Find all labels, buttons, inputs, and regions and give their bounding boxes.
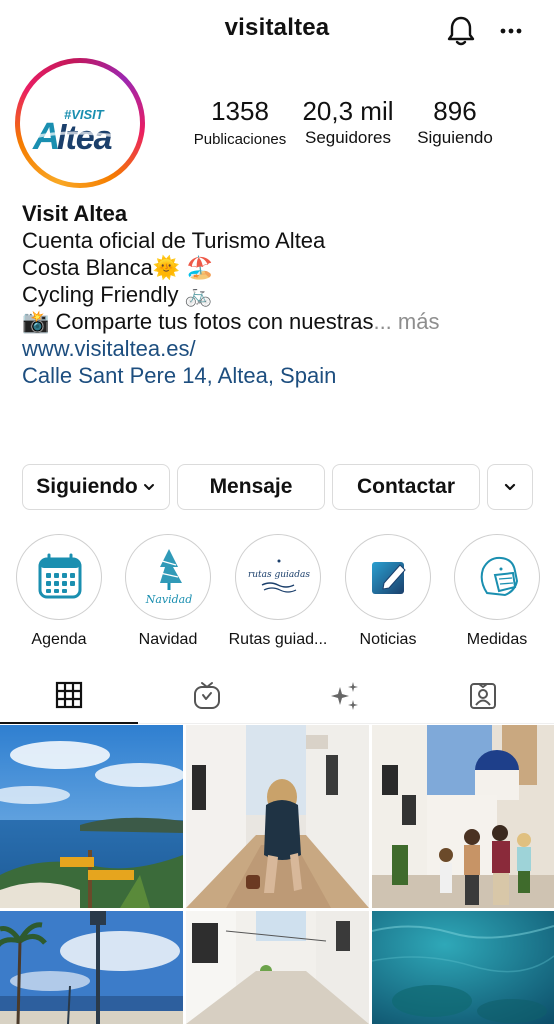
followers-value: 20,3 mil [302,96,394,126]
post-thumbnail[interactable] [0,725,183,908]
chevron-down-icon [143,484,154,490]
address-link[interactable]: Calle Sant Pere 14, Altea, Spain [22,362,542,389]
news-icon [372,562,406,594]
profile-display-name: Visit Altea [22,201,128,226]
grid-icon [55,681,83,709]
bio-line: Cuenta oficial de Turismo Altea [22,228,326,253]
visit-altea-logo: #VISIT A ltea [24,67,136,179]
highlight-label: Agenda [31,631,87,648]
calendar-icon [38,553,82,599]
followers-label: Seguidores [304,128,391,147]
bio-line: Costa Blanca🌞 🏖️ [22,255,214,280]
highlight-noticias[interactable]: Noticias [338,534,438,649]
highlight-agenda[interactable]: Agenda [9,534,109,649]
highlight-inner-text: rutas guiadas [248,570,310,580]
posts-count: 1358 Publicaciones [190,96,290,148]
following-button[interactable]: Siguiendo [22,464,170,510]
svg-text:ltea: ltea [57,119,112,157]
post-thumbnail[interactable] [186,911,369,1024]
highlight-label: Noticias [359,631,417,648]
more-options-icon[interactable] [496,16,526,46]
posts-label: Publicaciones [193,131,287,148]
top-bar: visitaltea [0,0,554,60]
contact-button[interactable]: Contactar [332,464,480,510]
following-count[interactable]: 896 Siguiendo [404,96,506,148]
followers-count[interactable]: 20,3 mil Seguidores [296,96,400,148]
following-label: Siguiendo [417,128,493,147]
tagged-icon [470,683,496,709]
post-thumbnail[interactable] [372,725,554,908]
highlight-label: Rutas guiad... [228,631,328,648]
tab-igtv[interactable] [138,668,276,724]
tab-tagged[interactable] [414,668,552,724]
posts-value: 1358 [211,96,269,126]
website-link[interactable]: www.visitaltea.es/ [22,335,542,362]
highlight-inner-text: Navidad [145,593,193,606]
bio-line: 📸 Comparte tus fotos con nuestras [22,309,374,334]
highlight-rutas-guiadas[interactable]: rutas guiadas Rutas guiad... [228,534,328,649]
suggested-accounts-button[interactable] [487,464,533,510]
chevron-down-icon [504,483,516,491]
post-thumbnail[interactable] [186,725,369,908]
more-link[interactable]: ... más [373,309,439,334]
profile-bio: Visit Altea Cuenta oficial de Turismo Al… [22,200,542,389]
message-button-label: Mensaje [209,475,293,498]
bio-line: Cycling Friendly 🚲 [22,282,212,307]
tab-guides[interactable] [276,668,414,724]
profile-tabs [0,668,554,724]
message-button[interactable]: Mensaje [177,464,325,510]
highlight-label: Medidas [466,631,528,648]
highlight-label: Navidad [138,631,198,648]
posts-grid [0,725,554,1024]
sparkle-icon [331,682,358,710]
post-thumbnail[interactable] [0,911,183,1024]
following-button-label: Siguiendo [36,475,138,498]
avatar[interactable]: #VISIT A ltea [15,58,145,188]
post-thumbnail[interactable] [372,911,554,1024]
highlight-medidas[interactable]: Medidas [447,534,547,649]
bell-icon[interactable] [444,14,478,48]
tab-grid[interactable] [0,668,138,724]
guided-routes-icon: rutas guiadas [248,559,310,593]
following-value: 896 [433,96,477,126]
mask-icon [480,556,519,597]
contact-button-label: Contactar [356,475,456,498]
highlight-navidad[interactable]: Navidad Navidad [118,534,218,649]
igtv-icon [194,682,220,709]
christmas-tree-icon: Navidad [145,549,193,606]
